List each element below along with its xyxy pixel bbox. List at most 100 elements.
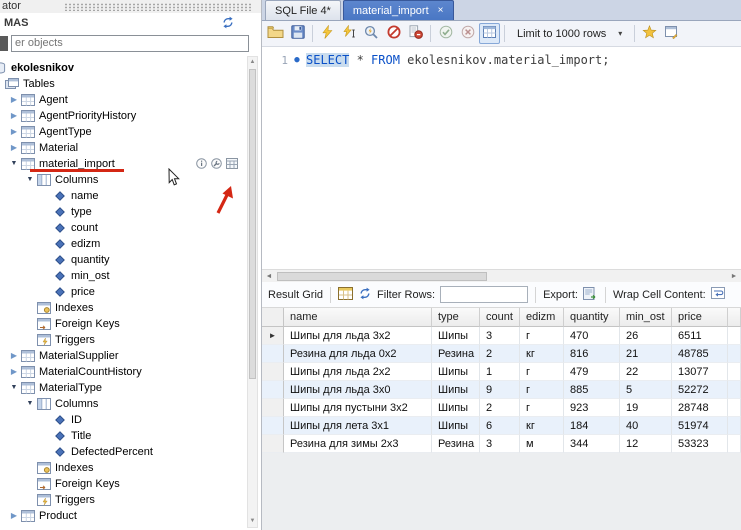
table-cell[interactable]: 885 <box>564 381 620 399</box>
tree-item-defectedpercent[interactable]: DefectedPercent <box>0 444 261 460</box>
table-cell[interactable]: Шипы для льда 2x2 <box>284 363 432 381</box>
tree-item-triggers[interactable]: Triggers <box>0 332 261 348</box>
table-cell[interactable]: 28748 <box>672 399 728 417</box>
collapse-arrow-icon[interactable]: ▼ <box>8 380 20 396</box>
table-row[interactable]: Шипы для льда 3x0Шипы9г885552272 <box>262 381 741 399</box>
table-cell[interactable]: 9 <box>480 381 520 399</box>
table-cell[interactable]: г <box>520 327 564 345</box>
tree-item-indexes[interactable]: Indexes <box>0 300 261 316</box>
table-cell[interactable]: Шипы <box>432 381 480 399</box>
scroll-up-icon[interactable]: ▲ <box>248 57 257 68</box>
table-cell[interactable]: 6511 <box>672 327 728 345</box>
tree-item-agent[interactable]: ▶Agent <box>0 92 261 108</box>
table-cell[interactable]: 22 <box>620 363 672 381</box>
table-cell[interactable]: 26 <box>620 327 672 345</box>
table-cell[interactable]: 51974 <box>672 417 728 435</box>
tree-item-materialcounthistory[interactable]: ▶MaterialCountHistory <box>0 364 261 380</box>
tree-item-tables[interactable]: ▼Tables <box>0 76 261 92</box>
table-cell[interactable]: 5 <box>620 381 672 399</box>
row-selector-cell[interactable] <box>262 345 284 363</box>
commit-button[interactable] <box>435 23 456 44</box>
table-cell[interactable]: Шипы <box>432 363 480 381</box>
tree-item-product[interactable]: ▶Product <box>0 508 261 524</box>
table-cell[interactable]: 40 <box>620 417 672 435</box>
panel-grip[interactable]: ator <box>0 0 261 13</box>
tree-item-foreign-keys[interactable]: Foreign Keys <box>0 476 261 492</box>
table-row[interactable]: Шипы для льда 2x2Шипы1г4792213077 <box>262 363 741 381</box>
tree-item-material[interactable]: ▶Material <box>0 140 261 156</box>
tree-item-name[interactable]: name <box>0 188 261 204</box>
column-header-type[interactable]: type <box>432 308 480 327</box>
expand-arrow-icon[interactable]: ▶ <box>8 348 20 364</box>
table-cell[interactable]: 184 <box>564 417 620 435</box>
table-cell[interactable]: Резина <box>432 345 480 363</box>
result-grid-view-button[interactable] <box>338 287 353 303</box>
table-cell[interactable]: кг <box>520 417 564 435</box>
tree-item-columns[interactable]: ▼Columns <box>0 396 261 412</box>
filter-objects-input[interactable] <box>11 35 249 52</box>
table-row[interactable]: Шипы для лета 3x1Шипы6кг1844051974 <box>262 417 741 435</box>
table-row[interactable]: Резина для зимы 2x3Резина3м3441253323 <box>262 435 741 453</box>
expand-arrow-icon[interactable]: ▶ <box>8 124 20 140</box>
scroll-left-icon[interactable]: ◄ <box>262 273 276 280</box>
table-row[interactable]: Шипы для пустыни 3x2Шипы2г9231928748 <box>262 399 741 417</box>
table-cell[interactable]: 923 <box>564 399 620 417</box>
table-cell[interactable]: г <box>520 363 564 381</box>
tree-item-material-import[interactable]: ▼material_import <box>0 156 261 172</box>
explain-button[interactable] <box>361 23 382 44</box>
tree-item-title[interactable]: Title <box>0 428 261 444</box>
table-cell[interactable]: Шипы для льда 3x2 <box>284 327 432 345</box>
table-cell[interactable]: Шипы <box>432 399 480 417</box>
editor-horizontal-scrollbar[interactable]: ◄ ► <box>262 269 741 282</box>
table-cell[interactable]: 2 <box>480 399 520 417</box>
table-row[interactable]: ►Шипы для льда 3x2Шипы3г470266511 <box>262 327 741 345</box>
tree-item-ekolesnikov[interactable]: ekolesnikov <box>0 60 261 76</box>
tree-item-type[interactable]: type <box>0 204 261 220</box>
beautify-button[interactable] <box>661 23 682 44</box>
tree-item-columns[interactable]: ▼Columns <box>0 172 261 188</box>
tree-item-price[interactable]: price <box>0 284 261 300</box>
table-cell[interactable]: 470 <box>564 327 620 345</box>
row-selector-cell[interactable] <box>262 399 284 417</box>
table-cell[interactable]: м <box>520 435 564 453</box>
scrollbar-thumb[interactable] <box>249 69 256 379</box>
row-selector-cell[interactable]: ► <box>262 327 284 345</box>
open-script-button[interactable] <box>265 23 286 44</box>
execute-button[interactable] <box>317 23 338 44</box>
tree-item-count[interactable]: count <box>0 220 261 236</box>
expand-arrow-icon[interactable]: ▶ <box>8 508 20 524</box>
tab-close-icon[interactable]: × <box>438 6 444 16</box>
tree-item-min-ost[interactable]: min_ost <box>0 268 261 284</box>
row-selector-cell[interactable] <box>262 363 284 381</box>
collapse-arrow-icon[interactable]: ▼ <box>8 156 20 172</box>
table-cell[interactable]: 3 <box>480 327 520 345</box>
stop-on-error-toggle[interactable] <box>405 23 426 44</box>
table-cell[interactable]: 816 <box>564 345 620 363</box>
expand-arrow-icon[interactable]: ▶ <box>8 140 20 156</box>
expand-arrow-icon[interactable]: ▶ <box>8 364 20 380</box>
tree-item-quantity[interactable]: quantity <box>0 252 261 268</box>
tree-item-foreign-keys[interactable]: Foreign Keys <box>0 316 261 332</box>
filter-rows-input[interactable] <box>440 286 528 303</box>
sql-editor[interactable]: 1 ● SELECT * FROM ekolesnikov.material_i… <box>262 47 741 269</box>
table-cell[interactable]: 6 <box>480 417 520 435</box>
column-header-price[interactable]: price <box>672 308 728 327</box>
expand-arrow-icon[interactable]: ▶ <box>8 108 20 124</box>
limit-rows-dropdown[interactable]: Limit to 1000 rows ▾ <box>511 24 628 44</box>
collapse-arrow-icon[interactable]: ▼ <box>24 172 36 188</box>
export-results-button[interactable] <box>583 287 598 303</box>
tree-item-triggers[interactable]: Triggers <box>0 492 261 508</box>
scroll-right-icon[interactable]: ► <box>727 273 741 280</box>
info-icon[interactable] <box>196 158 207 169</box>
table-cell[interactable]: 12 <box>620 435 672 453</box>
tree-item-id[interactable]: ID <box>0 412 261 428</box>
scroll-down-icon[interactable]: ▼ <box>248 516 257 527</box>
tree-item-agenttype[interactable]: ▶AgentType <box>0 124 261 140</box>
table-cell[interactable]: 19 <box>620 399 672 417</box>
refresh-results-button[interactable] <box>358 287 372 303</box>
table-cell[interactable]: 344 <box>564 435 620 453</box>
tree-item-materialsupplier[interactable]: ▶MaterialSupplier <box>0 348 261 364</box>
hscrollbar-thumb[interactable] <box>277 272 487 281</box>
row-selector-cell[interactable] <box>262 435 284 453</box>
tree-item-materialtype[interactable]: ▼MaterialType <box>0 380 261 396</box>
